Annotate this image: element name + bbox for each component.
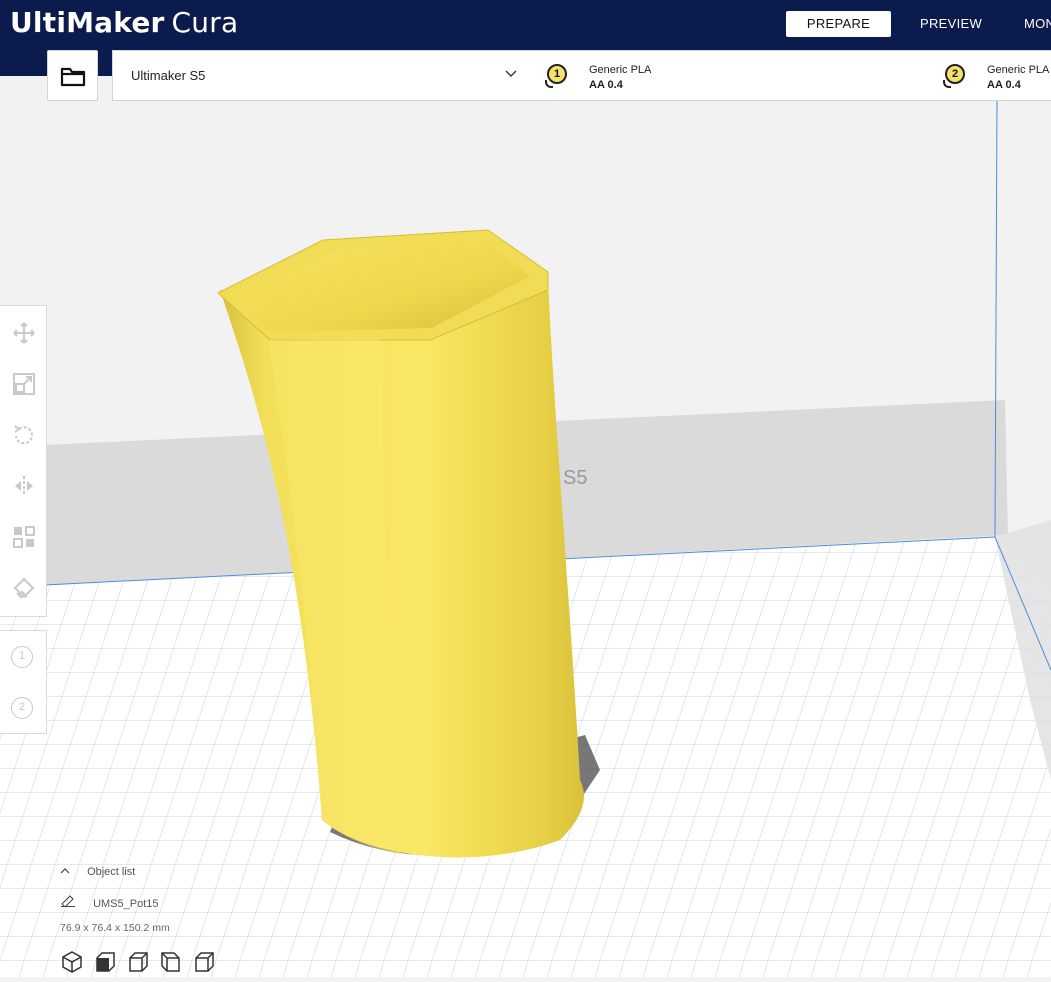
app-logo: UltiMaker Cura <box>10 6 238 39</box>
open-file-button[interactable] <box>47 50 98 101</box>
front-view-button[interactable] <box>93 950 119 976</box>
pencil-icon <box>61 895 75 908</box>
viewport[interactable]: S5 1 2 <box>0 100 1051 977</box>
object-name: UMS5_Pot15 <box>93 898 159 910</box>
machine-name: Ultimaker S5 <box>131 68 206 83</box>
3d-view-button[interactable] <box>60 950 86 976</box>
extruder-1-config[interactable]: 1 Generic PLA AA 0.4 <box>531 51 931 102</box>
top-view-button[interactable] <box>126 950 152 976</box>
chevron-down-icon <box>505 70 517 77</box>
buildplate-label: S5 <box>563 467 587 489</box>
right-view-button[interactable] <box>192 950 218 976</box>
tab-monitor[interactable]: MONITOR <box>1024 11 1051 37</box>
rotate-tool-button[interactable] <box>0 410 47 460</box>
viewport-canvas: S5 <box>0 100 1051 977</box>
front-view-icon <box>96 952 115 972</box>
extruder-1-badge-icon: 1 <box>545 64 567 88</box>
tab-preview[interactable]: PREVIEW <box>905 11 997 37</box>
tool-panel <box>0 305 47 617</box>
extruder-1-button[interactable]: 1 <box>11 646 33 668</box>
extruder-2-badge-icon: 2 <box>943 64 965 88</box>
extruder-select-panel: 1 2 <box>0 630 47 734</box>
extruder-2-button[interactable]: 2 <box>11 697 33 719</box>
rotate-icon <box>13 425 33 445</box>
object-dimensions: 76.9 x 76.4 x 150.2 mm <box>60 922 170 934</box>
support-blocker-button[interactable] <box>0 563 47 613</box>
tab-prepare[interactable]: PREPARE <box>786 11 891 37</box>
per-model-settings-button[interactable] <box>0 512 47 562</box>
extruder-config[interactable]: 1 Generic PLA AA 0.4 2 Generic PLA AA 0.… <box>531 50 1051 101</box>
support-blocker-icon <box>13 577 34 599</box>
mirror-tool-button[interactable] <box>0 461 47 511</box>
object-list-toggle[interactable]: Object list <box>60 866 135 878</box>
per-model-settings-icon <box>12 526 35 548</box>
right-view-icon <box>195 952 214 972</box>
extruder-1-material: Generic PLA <box>589 64 652 76</box>
logo-ultimaker: UltiMaker <box>10 6 165 39</box>
folder-icon <box>60 67 85 86</box>
left-view-icon <box>161 952 180 972</box>
logo-cura: Cura <box>171 6 239 39</box>
chevron-up-icon <box>60 866 74 878</box>
left-view-button[interactable] <box>159 950 185 976</box>
top-view-icon <box>129 952 148 972</box>
mirror-icon <box>14 476 33 496</box>
object-list-label: Object list <box>87 866 136 878</box>
machine-selector[interactable]: Ultimaker S5 <box>112 50 532 101</box>
extruder-2-core: AA 0.4 <box>987 79 1021 91</box>
scale-tool-button[interactable] <box>0 359 47 409</box>
extruder-2-material: Generic PLA <box>987 64 1050 76</box>
extruder-1-core: AA 0.4 <box>589 79 623 91</box>
extruder-2-config[interactable]: 2 Generic PLA AA 0.4 <box>929 51 1051 102</box>
move-icon <box>12 322 35 344</box>
move-tool-button[interactable] <box>0 308 47 358</box>
3d-view-icon <box>62 951 82 973</box>
scale-icon <box>12 373 35 395</box>
object-name-row[interactable]: UMS5_Pot15 <box>60 895 159 910</box>
